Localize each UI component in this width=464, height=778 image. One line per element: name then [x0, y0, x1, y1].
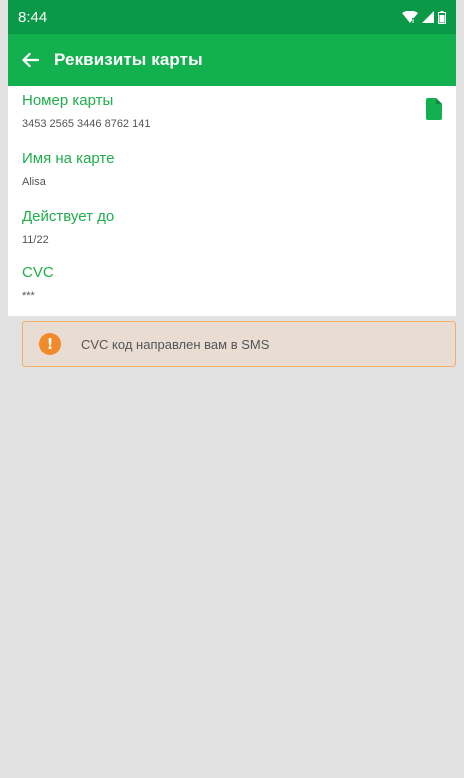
- status-time: 8:44: [18, 8, 48, 26]
- field-card-number: Номер карты 3453 2565 3446 8762 141: [22, 92, 150, 131]
- field-value: Alisa: [22, 176, 46, 188]
- banner-text: CVC код направлен вам в SMS: [81, 336, 270, 352]
- arrow-left-icon[interactable]: [18, 48, 42, 72]
- status-icons: [402, 10, 446, 24]
- field-label: CVC: [22, 264, 54, 281]
- field-value: ***: [22, 290, 35, 302]
- wifi-icon: [402, 11, 418, 23]
- field-expiry: Действует до 11/22: [22, 208, 114, 247]
- field-label: Действует до: [22, 208, 115, 225]
- page-title: Реквизиты карты: [54, 50, 203, 69]
- field-card-name: Имя на карте Alisa: [22, 150, 114, 189]
- sms-info-banner: ! CVC код направлен вам в SMS: [22, 321, 456, 367]
- app-bar: Реквизиты карты: [8, 34, 456, 86]
- exclamation-circle-icon: !: [39, 333, 61, 355]
- status-bar: 8:44: [8, 0, 456, 34]
- battery-icon: [438, 10, 446, 24]
- card-details-screen: 8:44 Реквизиты карты Номер карты 3453 25…: [0, 0, 464, 778]
- field-label: Имя на карте: [22, 150, 115, 167]
- field-label: Номер карты: [22, 92, 114, 109]
- field-cvc: CVC ***: [22, 264, 54, 303]
- field-value: 3453 2565 3446 8762 141: [22, 118, 151, 130]
- signal-icon: [422, 11, 434, 23]
- copy-document-icon[interactable]: [426, 98, 442, 120]
- card-details: Номер карты 3453 2565 3446 8762 141 Имя …: [8, 86, 456, 316]
- field-value: 11/22: [22, 234, 49, 246]
